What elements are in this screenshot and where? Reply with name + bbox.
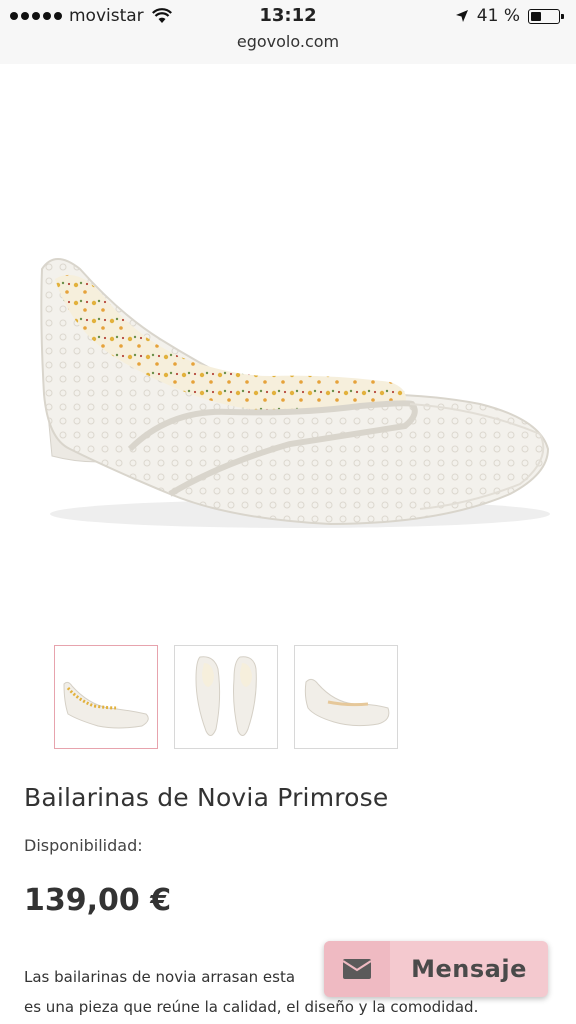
thumbnail-gallery bbox=[54, 645, 398, 749]
location-arrow-icon bbox=[455, 10, 468, 22]
message-button[interactable]: Mensaje bbox=[324, 941, 548, 997]
shoe-top-thumbnail bbox=[195, 656, 257, 736]
product-main-image[interactable] bbox=[0, 64, 576, 634]
battery-percent: 41 % bbox=[476, 6, 520, 26]
product-price: 139,00 € bbox=[24, 883, 172, 918]
thumbnail-top-view[interactable] bbox=[174, 645, 278, 749]
message-icon-wrap bbox=[324, 941, 390, 997]
message-button-label: Mensaje bbox=[411, 955, 527, 983]
availability-label: Disponibilidad: bbox=[24, 836, 143, 855]
status-right: 41 % bbox=[455, 6, 564, 26]
address-bar[interactable]: egovolo.com bbox=[0, 32, 576, 51]
shoe-image bbox=[40, 258, 550, 528]
shoe-back-thumbnail bbox=[304, 678, 390, 727]
battery-icon bbox=[528, 8, 564, 24]
status-bar: movistar 13:12 41 % egovolo.com bbox=[0, 0, 576, 65]
description-line-1-text: Las bailarinas de novia arrasan esta bbox=[24, 968, 296, 986]
shoe-side-thumbnail bbox=[63, 681, 149, 729]
thumbnail-back-view[interactable] bbox=[294, 645, 398, 749]
envelope-icon bbox=[342, 959, 372, 979]
thumbnail-side-view[interactable] bbox=[54, 645, 158, 749]
product-title: Bailarinas de Novia Primrose bbox=[24, 783, 389, 812]
